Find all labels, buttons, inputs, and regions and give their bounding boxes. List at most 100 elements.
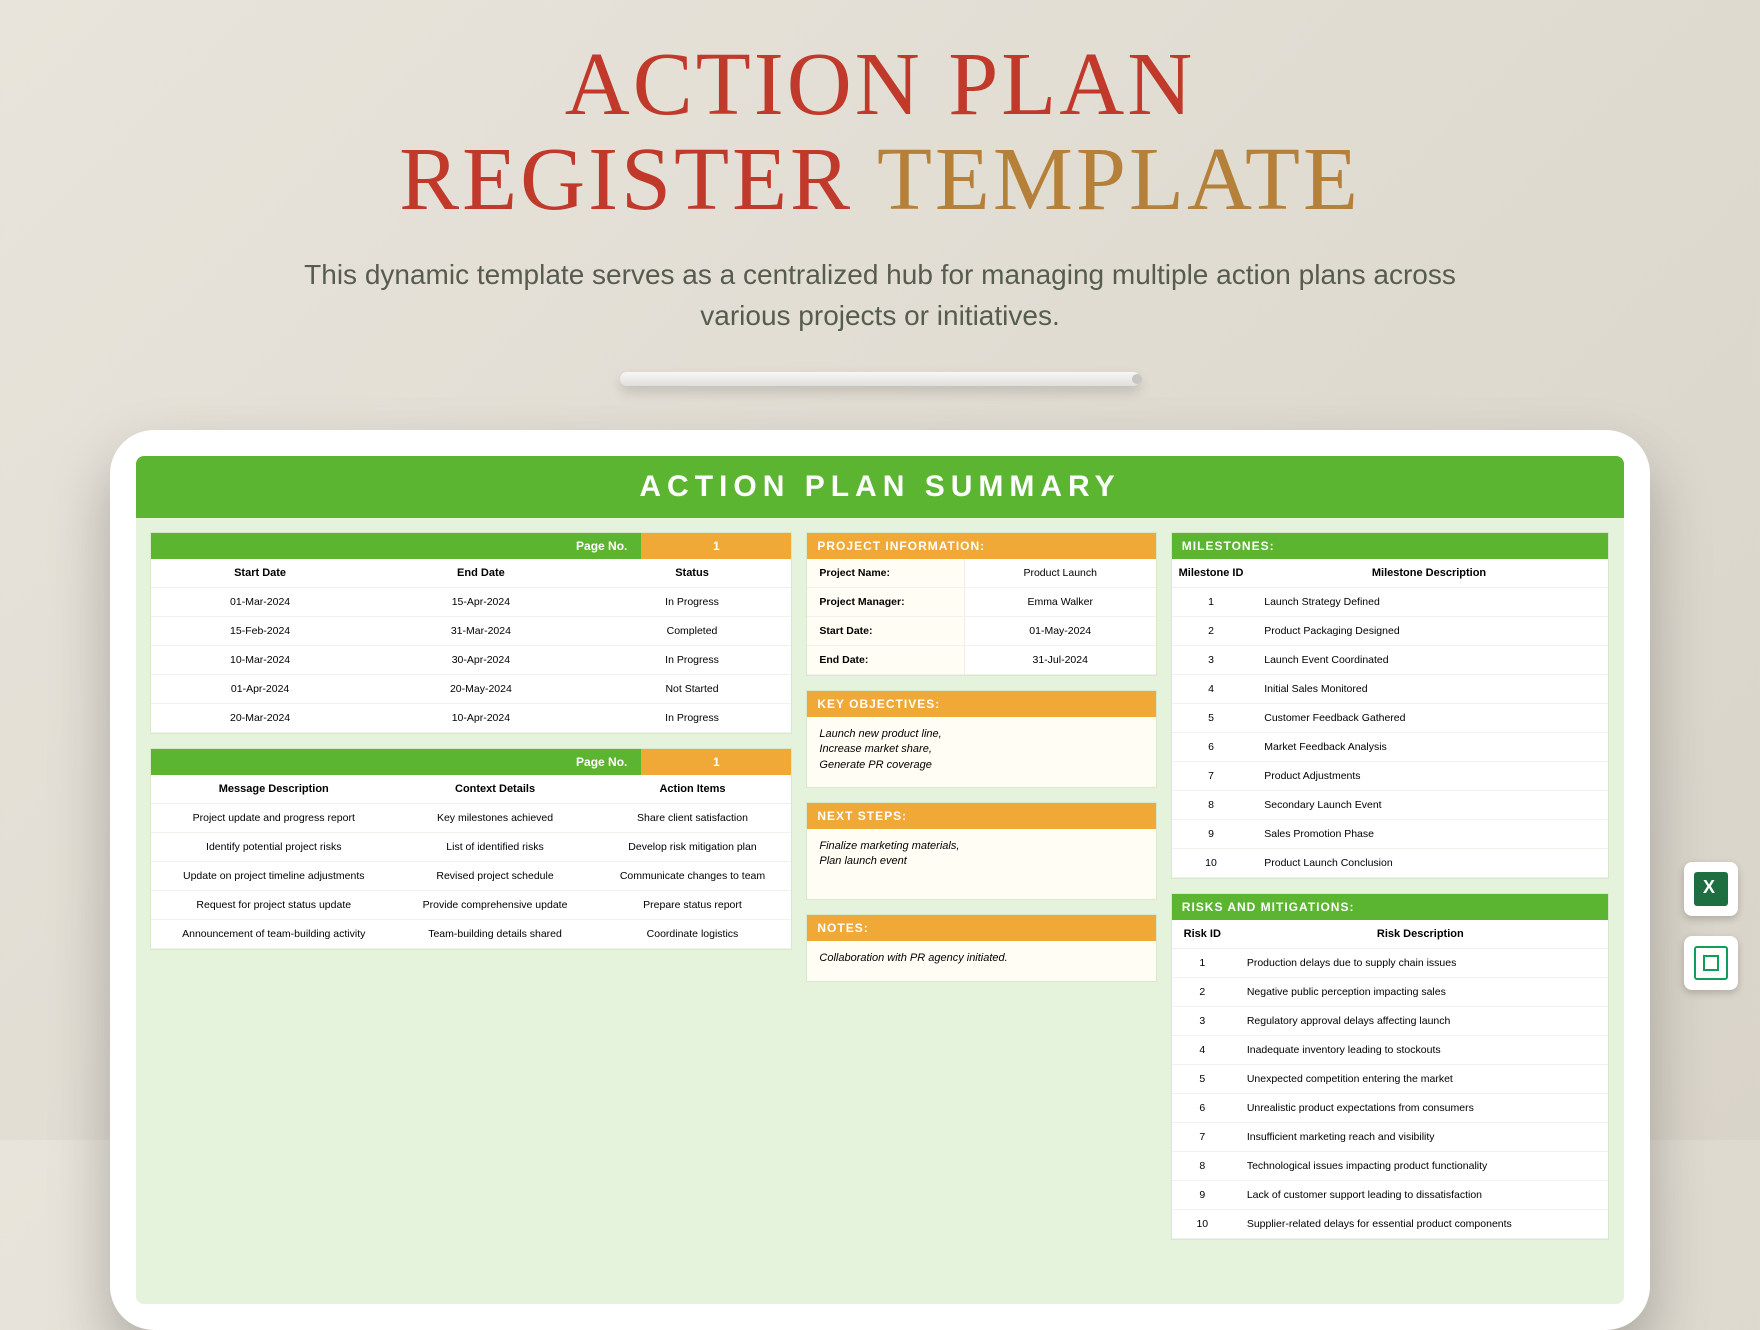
table-cell: In Progress: [593, 704, 792, 733]
table-cell: 6: [1172, 1094, 1233, 1123]
table-cell: Insufficient marketing reach and visibil…: [1233, 1123, 1608, 1152]
table-row: Start Date:01-May-2024: [807, 617, 1155, 646]
title-word-register: REGISTER: [399, 130, 877, 229]
dates-table: Start DateEnd DateStatus 01-Mar-202415-A…: [151, 559, 791, 733]
column-header: Risk ID: [1172, 920, 1233, 949]
table-cell: Project Manager:: [807, 588, 964, 617]
next-steps-panel: NEXT STEPS: Finalize marketing materials…: [806, 802, 1156, 900]
table-cell: In Progress: [593, 588, 792, 617]
table-cell: Team-building details shared: [397, 920, 594, 949]
table-row: 6Unrealistic product expectations from c…: [1172, 1094, 1608, 1123]
table-row: 4Inadequate inventory leading to stockou…: [1172, 1036, 1608, 1065]
risks-table: Risk IDRisk Description 1Production dela…: [1172, 920, 1608, 1239]
project-info-title: PROJECT INFORMATION:: [807, 533, 1155, 559]
column-header: Start Date: [151, 559, 369, 588]
table-row: 2Negative public perception impacting sa…: [1172, 978, 1608, 1007]
table-row: Project Manager:Emma Walker: [807, 588, 1155, 617]
table-cell: Unexpected competition entering the mark…: [1233, 1065, 1608, 1094]
next-steps-title: NEXT STEPS:: [807, 803, 1155, 829]
table-row: Announcement of team-building activityTe…: [151, 920, 791, 949]
table-cell: Sales Promotion Phase: [1250, 820, 1608, 849]
table-cell: 20-May-2024: [369, 675, 592, 704]
table-cell: Update on project timeline adjustments: [151, 862, 397, 891]
table-row: Identify potential project risksList of …: [151, 833, 791, 862]
table-row: 9Lack of customer support leading to dis…: [1172, 1181, 1608, 1210]
table-cell: 4: [1172, 675, 1250, 704]
table-cell: End Date:: [807, 646, 964, 675]
stylus-pencil: [620, 372, 1140, 386]
table-row: 4Initial Sales Monitored: [1172, 675, 1608, 704]
messages-panel: Page No. 1 Message DescriptionContext De…: [150, 748, 792, 950]
table-row: 6Market Feedback Analysis: [1172, 733, 1608, 762]
notes-body: Collaboration with PR agency initiated.: [807, 941, 1155, 981]
column-header: Status: [593, 559, 792, 588]
milestones-table: Milestone IDMilestone Description 1Launc…: [1172, 559, 1608, 878]
next-steps-body: Finalize marketing materials, Plan launc…: [807, 829, 1155, 899]
table-row: Project update and progress reportKey mi…: [151, 804, 791, 833]
table-cell: Technological issues impacting product f…: [1233, 1152, 1608, 1181]
table-cell: 1: [1172, 588, 1250, 617]
table-cell: 7: [1172, 1123, 1233, 1152]
summary-banner: ACTION PLAN SUMMARY: [136, 456, 1624, 518]
table-cell: Market Feedback Analysis: [1250, 733, 1608, 762]
table-cell: Product Adjustments: [1250, 762, 1608, 791]
table-cell: Announcement of team-building activity: [151, 920, 397, 949]
table-cell: Lack of customer support leading to diss…: [1233, 1181, 1608, 1210]
table-cell: Share client satisfaction: [594, 804, 792, 833]
table-cell: Unrealistic product expectations from co…: [1233, 1094, 1608, 1123]
risks-title: RISKS AND MITIGATIONS:: [1172, 894, 1608, 920]
table-cell: Provide comprehensive update: [397, 891, 594, 920]
title-line-1: ACTION PLAN: [0, 38, 1760, 133]
risks-panel: RISKS AND MITIGATIONS: Risk IDRisk Descr…: [1171, 893, 1609, 1240]
table-row: 1Launch Strategy Defined: [1172, 588, 1608, 617]
format-icons: [1684, 862, 1738, 990]
table-cell: Negative public perception impacting sal…: [1233, 978, 1608, 1007]
title-line-2: REGISTER TEMPLATE: [0, 133, 1760, 228]
table-cell: Develop risk mitigation plan: [594, 833, 792, 862]
table-cell: 31-Jul-2024: [964, 646, 1156, 675]
table-row: 10Supplier-related delays for essential …: [1172, 1210, 1608, 1239]
excel-icon[interactable]: [1684, 862, 1738, 916]
table-cell: 4: [1172, 1036, 1233, 1065]
table-cell: 01-Mar-2024: [151, 588, 369, 617]
left-column: Page No. 1 Start DateEnd DateStatus 01-M…: [150, 532, 792, 1284]
table-cell: Emma Walker: [964, 588, 1156, 617]
key-objectives-panel: KEY OBJECTIVES: Launch new product line,…: [806, 690, 1156, 788]
right-column: MILESTONES: Milestone IDMilestone Descri…: [1171, 532, 1609, 1284]
hero-subtitle: This dynamic template serves as a centra…: [270, 255, 1490, 336]
milestones-title: MILESTONES:: [1172, 533, 1608, 559]
table-cell: Coordinate logistics: [594, 920, 792, 949]
table-cell: 1: [1172, 949, 1233, 978]
table-cell: 3: [1172, 646, 1250, 675]
notes-panel: NOTES: Collaboration with PR agency init…: [806, 914, 1156, 982]
table-cell: Communicate changes to team: [594, 862, 792, 891]
column-header: Message Description: [151, 775, 397, 804]
table-row: 7Insufficient marketing reach and visibi…: [1172, 1123, 1608, 1152]
table-row: 10-Mar-202430-Apr-2024In Progress: [151, 646, 791, 675]
table-cell: Product Launch Conclusion: [1250, 849, 1608, 878]
table-cell: Project update and progress report: [151, 804, 397, 833]
table-cell: Not Started: [593, 675, 792, 704]
content-grid: Page No. 1 Start DateEnd DateStatus 01-M…: [136, 518, 1624, 1298]
key-objectives-body: Launch new product line, Increase market…: [807, 717, 1155, 787]
page-label: Page No.: [151, 749, 641, 775]
table-row: 01-Mar-202415-Apr-2024In Progress: [151, 588, 791, 617]
table-row: Request for project status updateProvide…: [151, 891, 791, 920]
column-header: End Date: [369, 559, 592, 588]
table-cell: Product Launch: [964, 559, 1156, 588]
column-header: Action Items: [594, 775, 792, 804]
table-cell: Launch Strategy Defined: [1250, 588, 1608, 617]
table-cell: In Progress: [593, 646, 792, 675]
table-row: 15-Feb-202431-Mar-2024Completed: [151, 617, 791, 646]
table-row: 3Launch Event Coordinated: [1172, 646, 1608, 675]
hero-title: ACTION PLAN REGISTER TEMPLATE: [0, 0, 1760, 227]
table-cell: Prepare status report: [594, 891, 792, 920]
google-sheets-icon[interactable]: [1684, 936, 1738, 990]
table-cell: 6: [1172, 733, 1250, 762]
table-cell: 8: [1172, 791, 1250, 820]
project-info-panel: PROJECT INFORMATION: Project Name:Produc…: [806, 532, 1156, 676]
table-cell: Product Packaging Designed: [1250, 617, 1608, 646]
table-cell: 01-May-2024: [964, 617, 1156, 646]
table-cell: 5: [1172, 704, 1250, 733]
table-row: 7Product Adjustments: [1172, 762, 1608, 791]
